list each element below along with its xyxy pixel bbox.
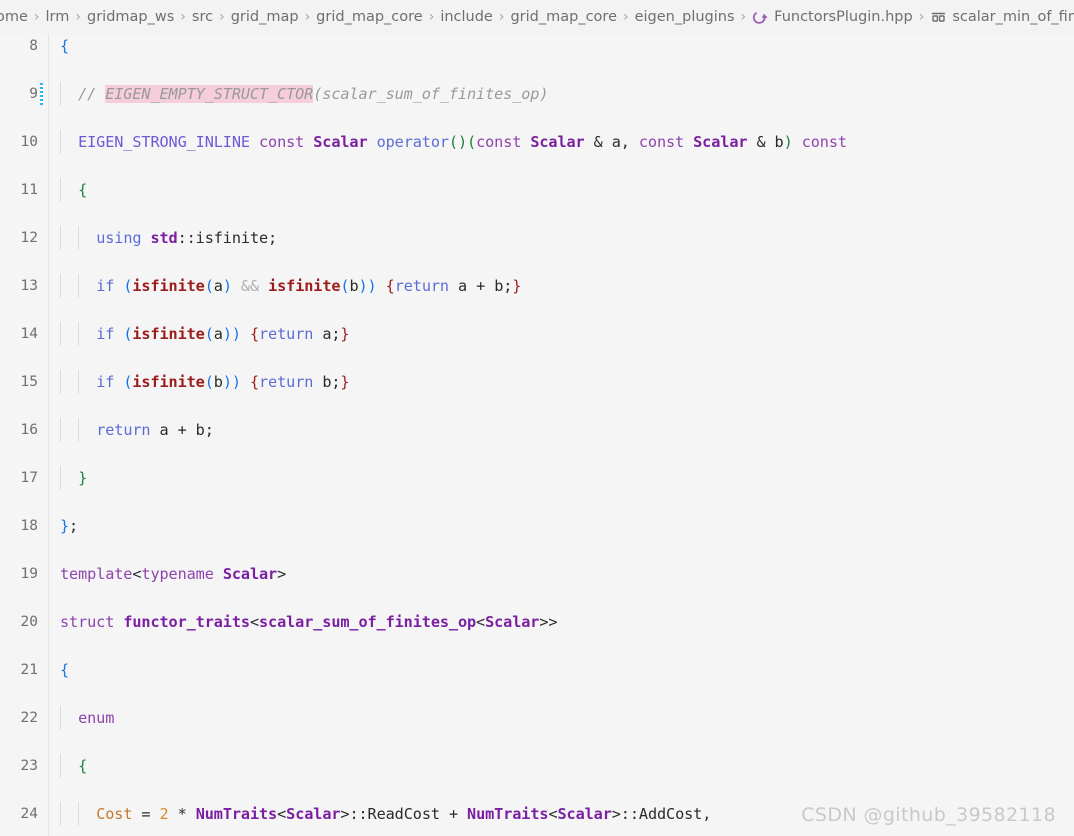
line-number: 8 bbox=[29, 38, 38, 54]
code-line[interactable]: 10 EIGEN_STRONG_INLINE const Scalar oper… bbox=[0, 130, 1074, 154]
code-line[interactable]: 20 struct functor_traits<scalar_sum_of_f… bbox=[0, 610, 1074, 634]
breadcrumb-separator: › bbox=[498, 9, 505, 25]
line-number: 12 bbox=[20, 230, 38, 246]
code-line[interactable]: 21 { bbox=[0, 658, 1074, 682]
line-content: EIGEN_STRONG_INLINE const Scalar operato… bbox=[78, 133, 847, 151]
breadcrumb-separator: › bbox=[918, 9, 925, 25]
code-line[interactable]: 9 // EIGEN_EMPTY_STRUCT_CTOR(scalar_sum_… bbox=[0, 82, 1074, 106]
watermark: CSDN @github_39582118 bbox=[801, 804, 1056, 826]
breadcrumb-item-5[interactable]: grid_map_core bbox=[316, 0, 423, 34]
breadcrumb-separator: › bbox=[304, 9, 311, 25]
breadcrumb-label: grid_map_core bbox=[316, 9, 423, 25]
breadcrumb-item-7[interactable]: grid_map_core bbox=[510, 0, 617, 34]
breadcrumb-label: grid_map bbox=[230, 9, 299, 25]
code-line[interactable]: 17 } bbox=[0, 466, 1074, 490]
line-content: if (isfinite(b)) {return b;} bbox=[96, 373, 350, 391]
line-number: 10 bbox=[20, 134, 38, 150]
code-line[interactable]: 23 { bbox=[0, 754, 1074, 778]
line-number: 19 bbox=[20, 566, 38, 582]
code-line[interactable]: 19 template<typename Scalar> bbox=[0, 562, 1074, 586]
line-number: 14 bbox=[20, 326, 38, 342]
code-line[interactable]: 14 if (isfinite(a)) {return a;} bbox=[0, 322, 1074, 346]
code-line[interactable]: 12 using std::isfinite; bbox=[0, 226, 1074, 250]
modified-line-marker bbox=[40, 83, 43, 105]
line-number: 9 bbox=[29, 86, 38, 102]
line-number: 11 bbox=[20, 182, 38, 198]
breadcrumb-label: grid_map_core bbox=[510, 9, 617, 25]
line-number: 15 bbox=[20, 374, 38, 390]
breadcrumb-item-8[interactable]: eigen_plugins bbox=[635, 0, 735, 34]
breadcrumb-separator: › bbox=[33, 9, 40, 25]
code-line[interactable]: 8 { bbox=[0, 34, 1074, 58]
code-line[interactable]: 18 }; bbox=[0, 514, 1074, 538]
line-content: return a + b; bbox=[96, 421, 214, 439]
breadcrumb-separator: › bbox=[623, 9, 629, 25]
line-number: 13 bbox=[20, 278, 38, 294]
code-line[interactable]: 16 return a + b; bbox=[0, 418, 1074, 442]
breadcrumb-label: include bbox=[440, 9, 493, 25]
breadcrumb-item-0[interactable]: ome bbox=[0, 0, 28, 34]
line-content: enum bbox=[78, 709, 115, 727]
breadcrumb-separator: › bbox=[740, 9, 747, 25]
breadcrumb-label: eigen_plugins bbox=[634, 9, 735, 25]
line-content: { bbox=[78, 757, 88, 775]
code-lines: 8 { 9 // EIGEN_EMPTY_STRUCT_CTOR(scalar_… bbox=[0, 34, 1074, 836]
breadcrumb-item-10[interactable]: scalar_min_of_finites_op<Scalar> bbox=[930, 0, 1074, 34]
breadcrumb-label: scalar_min_of_finites_op<Scalar> bbox=[952, 9, 1074, 25]
line-number: 24 bbox=[20, 806, 38, 822]
line-content: Cost = 2 * NumTraits<Scalar>::ReadCost +… bbox=[96, 805, 712, 823]
breadcrumb-label: gridmap_ws bbox=[87, 9, 175, 25]
line-number: 17 bbox=[20, 470, 38, 486]
breadcrumb-item-9[interactable]: FunctorsPlugin.hpp bbox=[752, 0, 913, 34]
breadcrumb-item-1[interactable]: lrm bbox=[46, 0, 70, 34]
breadcrumb-separator: › bbox=[428, 9, 435, 25]
breadcrumb-separator: › bbox=[75, 9, 82, 25]
line-number: 20 bbox=[20, 614, 38, 630]
line-number: 21 bbox=[20, 662, 38, 678]
line-content: { bbox=[60, 37, 70, 55]
line-content: if (isfinite(a)) {return a;} bbox=[96, 325, 350, 343]
code-line[interactable]: 13 if (isfinite(a) && isfinite(b)) {retu… bbox=[0, 274, 1074, 298]
code-line[interactable]: 11 { bbox=[0, 178, 1074, 202]
code-line[interactable]: 22 enum bbox=[0, 706, 1074, 730]
line-content: using std::isfinite; bbox=[96, 229, 278, 247]
breadcrumb-label: lrm bbox=[45, 9, 70, 25]
struct-symbol-icon bbox=[930, 9, 947, 26]
breadcrumb-item-4[interactable]: grid_map bbox=[231, 0, 299, 34]
breadcrumb-item-3[interactable]: src bbox=[192, 0, 213, 34]
breadcrumb-label: FunctorsPlugin.hpp bbox=[774, 9, 913, 25]
line-number: 16 bbox=[20, 422, 38, 438]
line-content: { bbox=[60, 661, 70, 679]
line-content: // EIGEN_EMPTY_STRUCT_CTOR(scalar_sum_of… bbox=[60, 85, 549, 103]
line-content: if (isfinite(a) && isfinite(b)) {return … bbox=[96, 277, 522, 295]
code-line[interactable]: 15 if (isfinite(b)) {return b;} bbox=[0, 370, 1074, 394]
breadcrumb-separator: › bbox=[180, 9, 186, 25]
line-number: 18 bbox=[20, 518, 38, 534]
code-editor-window: ome › lrm › gridmap_ws › src › grid_map … bbox=[0, 0, 1074, 836]
line-number: 22 bbox=[20, 710, 38, 726]
breadcrumb-separator: › bbox=[219, 9, 225, 25]
breadcrumb-label: ome bbox=[0, 9, 28, 25]
line-content: template<typename Scalar> bbox=[60, 565, 287, 583]
breadcrumb: ome › lrm › gridmap_ws › src › grid_map … bbox=[0, 0, 1074, 34]
line-content: { bbox=[78, 181, 88, 199]
breadcrumb-label: src bbox=[191, 9, 214, 25]
line-content: } bbox=[78, 469, 88, 487]
code-editor-area[interactable]: 8 { 9 // EIGEN_EMPTY_STRUCT_CTOR(scalar_… bbox=[0, 34, 1074, 836]
line-content: struct functor_traits<scalar_sum_of_fini… bbox=[60, 613, 558, 631]
cpp-file-icon bbox=[752, 9, 769, 26]
line-number: 23 bbox=[20, 758, 38, 774]
line-content: }; bbox=[60, 517, 79, 535]
breadcrumb-item-6[interactable]: include bbox=[440, 0, 493, 34]
breadcrumb-item-2[interactable]: gridmap_ws bbox=[87, 0, 174, 34]
